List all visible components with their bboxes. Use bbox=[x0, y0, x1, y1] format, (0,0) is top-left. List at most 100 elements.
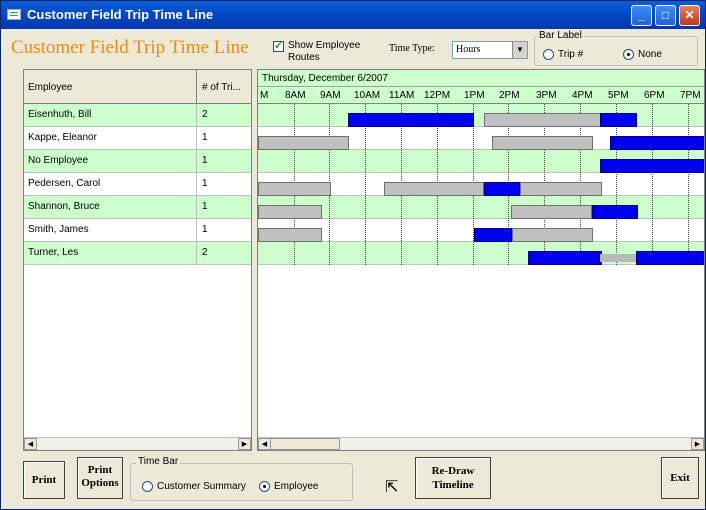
bar-label-title: Bar Label bbox=[537, 30, 584, 41]
trip-bar[interactable] bbox=[258, 182, 331, 196]
time-type-select[interactable]: Hours ▼ bbox=[452, 41, 528, 59]
print-button-label: Print bbox=[31, 474, 57, 486]
form-header: Customer Field Trip Time Line Show Emplo… bbox=[1, 29, 705, 67]
exit-button[interactable]: Exit bbox=[661, 457, 699, 499]
timeline-row bbox=[258, 104, 704, 127]
route-line bbox=[600, 254, 638, 262]
timeline-horizontal-scrollbar[interactable]: ◀ ▶ bbox=[258, 437, 704, 450]
hour-label: 12PM bbox=[424, 90, 451, 101]
trip-bar[interactable] bbox=[511, 205, 592, 219]
hour-label: 6PM bbox=[644, 90, 665, 101]
trip-count: 1 bbox=[202, 201, 208, 212]
hour-label: M bbox=[260, 90, 269, 101]
redraw-timeline-button[interactable]: Re-Draw Timeline bbox=[415, 457, 491, 499]
trip-bar[interactable] bbox=[636, 251, 704, 265]
trip-bar[interactable] bbox=[600, 159, 704, 173]
scroll-thumb[interactable] bbox=[270, 438, 340, 450]
timeline-hour-bar: M 8AM 9AM 10AM 11AM 12PM 1PM 2PM 3PM 4PM… bbox=[258, 87, 704, 104]
hour-label: 1PM bbox=[464, 90, 485, 101]
show-routes-checkbox[interactable] bbox=[273, 39, 284, 52]
trip-bar[interactable] bbox=[484, 113, 602, 127]
trip-bar[interactable] bbox=[528, 251, 602, 265]
scroll-right-icon[interactable]: ▶ bbox=[238, 438, 251, 450]
print-button[interactable]: Print bbox=[23, 461, 65, 499]
trip-bar[interactable] bbox=[258, 205, 322, 219]
trip-bar[interactable] bbox=[384, 182, 484, 196]
timeline-panel: Thursday, December 6/2007 M 8AM 9AM 10AM… bbox=[257, 69, 705, 451]
employee-name: Smith, James bbox=[28, 224, 89, 235]
title-bar[interactable]: Customer Field Trip Time Line _ □ ✕ bbox=[1, 1, 705, 29]
minimize-button[interactable]: _ bbox=[631, 5, 652, 26]
bar-label-trip-radio[interactable] bbox=[543, 49, 554, 60]
exit-button-label: Exit bbox=[670, 472, 690, 484]
trip-count: 1 bbox=[202, 155, 208, 166]
hour-gridline bbox=[616, 104, 617, 265]
mouse-cursor-icon: ⇱ bbox=[385, 479, 399, 496]
app-window: Customer Field Trip Time Line _ □ ✕ Cust… bbox=[0, 0, 706, 510]
table-row[interactable]: No Employee 1 bbox=[24, 150, 251, 173]
print-options-button[interactable]: Print Options bbox=[77, 457, 123, 499]
show-routes-label-1: Show Employee bbox=[288, 40, 361, 51]
print-options-label-1: Print bbox=[87, 464, 113, 476]
trip-bar[interactable] bbox=[520, 182, 602, 196]
customer-summary-radio[interactable] bbox=[142, 481, 153, 492]
employee-grid: Employee # of Tri... Eisenhuth, Bill 2 Ka… bbox=[23, 69, 252, 451]
trip-bar[interactable] bbox=[512, 228, 593, 242]
hour-gridline bbox=[365, 104, 366, 265]
hour-label: 10AM bbox=[354, 90, 381, 101]
chevron-down-icon[interactable]: ▼ bbox=[512, 42, 527, 58]
employee-name: Eisenhuth, Bill bbox=[28, 109, 92, 120]
trip-bar[interactable] bbox=[484, 182, 520, 196]
table-row[interactable]: Eisenhuth, Bill 2 bbox=[24, 104, 251, 127]
employee-name: Pedersen, Carol bbox=[28, 178, 101, 189]
time-type-label: Time Type: bbox=[389, 43, 435, 54]
trip-bar[interactable] bbox=[348, 113, 474, 127]
bar-label-none-radio[interactable] bbox=[623, 49, 634, 60]
trip-count: 2 bbox=[202, 109, 208, 120]
table-row[interactable]: Smith, James 1 bbox=[24, 219, 251, 242]
col-employee[interactable]: Employee bbox=[28, 82, 72, 93]
table-row[interactable]: Turner, Les 2 bbox=[24, 242, 251, 265]
trip-count: 2 bbox=[202, 247, 208, 258]
print-options-label-2: Options bbox=[81, 477, 119, 489]
maximize-button[interactable]: □ bbox=[655, 5, 676, 26]
col-trips[interactable]: # of Tri... bbox=[202, 82, 241, 93]
trip-bar[interactable] bbox=[258, 136, 349, 150]
trip-bar[interactable] bbox=[258, 228, 322, 242]
trip-count: 1 bbox=[202, 224, 208, 235]
hour-label: 3PM bbox=[536, 90, 557, 101]
close-button[interactable]: ✕ bbox=[679, 5, 700, 26]
scroll-left-icon[interactable]: ◀ bbox=[24, 438, 37, 450]
time-type-value: Hours bbox=[456, 44, 481, 55]
form-title: Customer Field Trip Time Line bbox=[11, 37, 249, 58]
hour-gridline bbox=[652, 104, 653, 265]
scroll-right-icon[interactable]: ▶ bbox=[691, 438, 704, 450]
time-bar-title: Time Bar bbox=[136, 456, 181, 467]
redraw-label-2: Timeline bbox=[432, 479, 474, 491]
trip-count: 1 bbox=[202, 132, 208, 143]
timeline-date: Thursday, December 6/2007 bbox=[262, 73, 388, 84]
grid-horizontal-scrollbar[interactable]: ◀ ▶ bbox=[24, 437, 251, 450]
table-row[interactable]: Shannon, Bruce 1 bbox=[24, 196, 251, 219]
employee-radio[interactable] bbox=[259, 481, 270, 492]
table-row[interactable]: Pedersen, Carol 1 bbox=[24, 173, 251, 196]
trip-bar[interactable] bbox=[492, 136, 593, 150]
grid-header: Employee # of Tri... bbox=[24, 70, 251, 104]
hour-gridline bbox=[688, 104, 689, 265]
trip-bar[interactable] bbox=[592, 205, 638, 219]
hour-label: 11AM bbox=[389, 90, 415, 101]
employee-name: Turner, Les bbox=[28, 247, 79, 258]
employee-name: Shannon, Bruce bbox=[28, 201, 100, 212]
employee-name: Kappe, Eleanor bbox=[28, 132, 97, 143]
hour-label: 2PM bbox=[499, 90, 520, 101]
bar-label-none-label: None bbox=[638, 49, 662, 60]
redraw-label-1: Re-Draw bbox=[431, 465, 475, 477]
bar-label-trip-label: Trip # bbox=[558, 49, 584, 60]
trip-bar[interactable] bbox=[610, 136, 704, 150]
timeline-date-bar: Thursday, December 6/2007 bbox=[258, 70, 704, 87]
trip-bar[interactable] bbox=[600, 113, 637, 127]
table-row[interactable]: Kappe, Eleanor 1 bbox=[24, 127, 251, 150]
trip-bar[interactable] bbox=[474, 228, 512, 242]
trip-count: 1 bbox=[202, 178, 208, 189]
show-routes-label-2: Routes bbox=[288, 52, 320, 63]
